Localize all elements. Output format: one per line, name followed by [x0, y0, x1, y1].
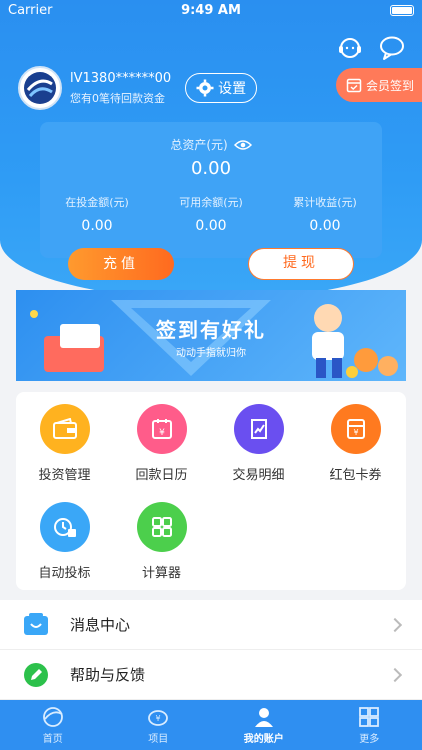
available-balance: 可用余额(元) 0.00: [154, 194, 268, 234]
clock: 9:49 AM: [181, 3, 241, 18]
tab-label: 项目: [148, 733, 169, 745]
user-icon: [254, 707, 273, 727]
feature-grid: 投资管理 ¥ 回款日历 交易明细 ¥ 红包卡券 自动投标 计算器: [16, 392, 406, 590]
total-assets-title: 总资产(元): [40, 136, 382, 153]
earnings-value: 0.00: [309, 218, 341, 234]
chevron-right-icon: [387, 667, 403, 682]
settings-label: 设置: [218, 81, 247, 97]
earnings-label: 累计收益(元): [293, 196, 357, 209]
menu-list: 消息中心 帮助与反馈: [0, 600, 422, 700]
tab-bar: 首页 ¥ 项目 我的账户 更多: [0, 700, 422, 750]
clock-icon: [39, 502, 90, 552]
recharge-button[interactable]: 充值: [68, 248, 174, 280]
checkin-banner[interactable]: 签到有好礼 动动手指就归你: [16, 290, 406, 381]
calculator-icon: [136, 502, 187, 552]
member-checkin-button[interactable]: 会员签到: [335, 68, 422, 102]
checkin-label: 会员签到: [365, 78, 414, 93]
grid-label: 投资管理: [38, 468, 91, 483]
tab-my-account[interactable]: 我的账户: [211, 700, 317, 750]
avatar[interactable]: [18, 66, 62, 110]
grid-label: 自动投标: [38, 566, 91, 581]
list-item-help-feedback[interactable]: 帮助与反馈: [0, 650, 422, 700]
wallet-icon: [39, 404, 90, 454]
calendar-icon: ¥: [136, 404, 187, 454]
pending-funds-text: 您有0笔待回款资金: [70, 91, 165, 105]
svg-text:¥: ¥: [353, 428, 358, 437]
settings-button[interactable]: 设置: [185, 73, 258, 103]
invested-value: 0.00: [81, 218, 113, 234]
customer-service-icon[interactable]: [336, 34, 364, 62]
status-bar: Carrier 9:49 AM: [0, 0, 422, 22]
asset-card: 总资产(元) 0.00 在投金额(元) 0.00 可用余额(元) 0.00 累计…: [40, 122, 382, 258]
invested-amount: 在投金额(元) 0.00: [40, 194, 154, 234]
banner-title: 签到有好礼: [156, 318, 266, 342]
grid-item-calculator[interactable]: 计算器: [113, 502, 210, 581]
grid-label: 计算器: [141, 566, 181, 581]
tab-more[interactable]: 更多: [317, 700, 422, 750]
grid-label: 红包卡券: [329, 468, 382, 483]
chat-icon[interactable]: [378, 34, 406, 62]
eye-icon[interactable]: [233, 139, 252, 151]
username: lV1380******00: [70, 70, 172, 86]
svg-text:¥: ¥: [156, 714, 161, 723]
battery-icon: [390, 5, 414, 16]
edit-icon: [24, 662, 48, 687]
top-icons: [336, 34, 406, 62]
available-value: 0.00: [195, 218, 227, 234]
list-item-message-center[interactable]: 消息中心: [0, 600, 422, 650]
invested-label: 在投金额(元): [65, 196, 129, 209]
tab-home[interactable]: 首页: [0, 700, 106, 750]
chevron-right-icon: [387, 617, 403, 632]
grid-item-transaction-details[interactable]: 交易明细: [210, 404, 307, 483]
grid-label: 交易明细: [232, 468, 285, 483]
grid-item-coupons[interactable]: ¥ 红包卡券: [307, 404, 404, 483]
grid-item-repayment-calendar[interactable]: ¥ 回款日历: [113, 404, 210, 483]
grid-item-auto-bid[interactable]: 自动投标: [16, 502, 113, 581]
tab-label: 更多: [359, 733, 380, 745]
svg-text:¥: ¥: [159, 428, 165, 438]
grid-item-investment-management[interactable]: 投资管理: [16, 404, 113, 483]
withdraw-button[interactable]: 提现: [248, 248, 354, 280]
grid-label: 回款日历: [135, 468, 188, 483]
piggy-bank-icon: ¥: [148, 709, 169, 726]
list-item-label: 消息中心: [70, 616, 131, 634]
redpacket-icon: ¥: [330, 404, 381, 454]
home-icon: [42, 706, 63, 727]
logo-icon: [24, 72, 56, 104]
profile: lV1380******00 您有0笔待回款资金 设置: [18, 66, 258, 110]
asset-columns: 在投金额(元) 0.00 可用余额(元) 0.00 累计收益(元) 0.00: [40, 194, 382, 234]
banner-subtitle: 动动手指就归你: [176, 348, 246, 359]
total-assets-value: 0.00: [190, 158, 232, 179]
tab-projects[interactable]: ¥ 项目: [106, 700, 212, 750]
message-icon: [24, 612, 48, 635]
more-grid-icon: [359, 706, 380, 727]
tab-label: 我的账户: [243, 733, 284, 745]
available-label: 可用余额(元): [179, 196, 243, 209]
gear-icon: [196, 79, 214, 97]
chart-icon: [233, 404, 284, 454]
cumulative-earnings: 累计收益(元) 0.00: [268, 194, 382, 234]
list-item-label: 帮助与反馈: [70, 666, 146, 684]
calendar-check-icon: [346, 78, 362, 93]
total-assets-label: 总资产(元): [170, 138, 228, 152]
user-info: lV1380******00 您有0笔待回款资金: [70, 71, 171, 106]
tab-label: 首页: [42, 733, 63, 745]
